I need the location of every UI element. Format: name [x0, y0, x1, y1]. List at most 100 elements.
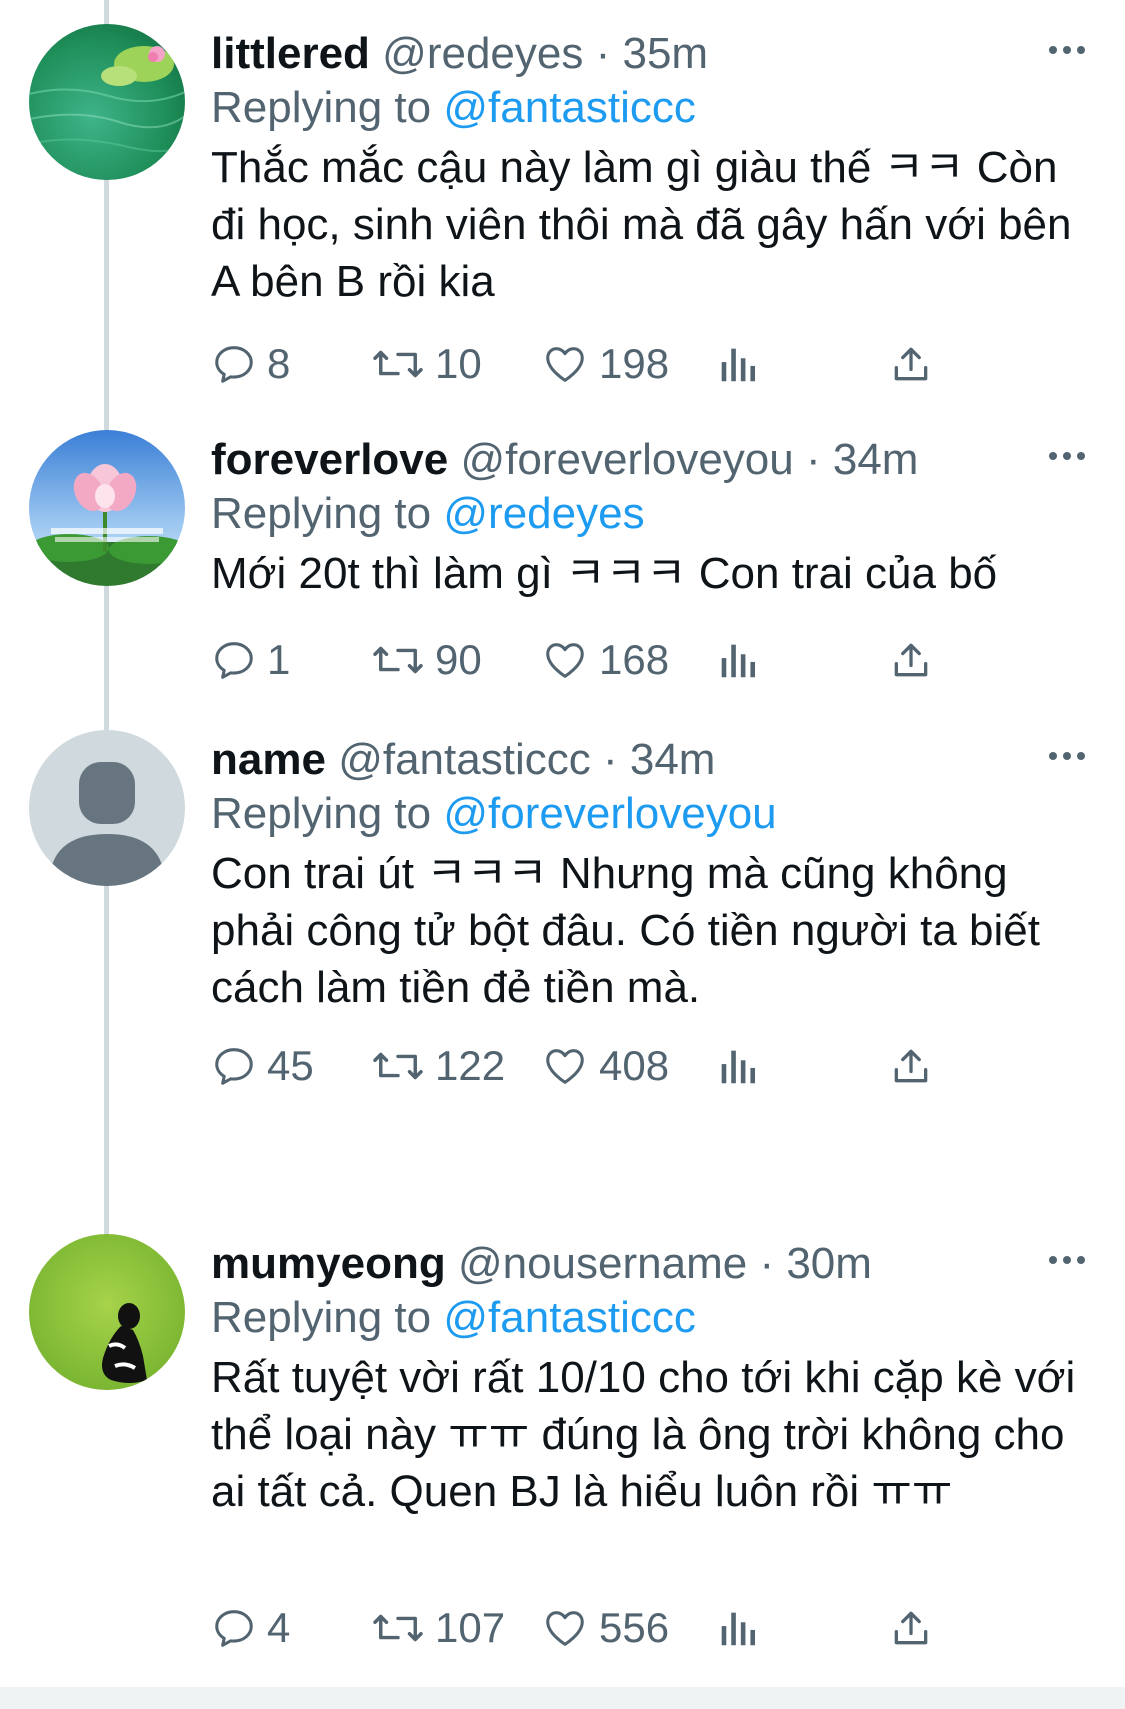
replying-to-mention[interactable]: @fantasticcc [443, 1293, 696, 1342]
analytics-button[interactable] [717, 336, 757, 392]
avatar[interactable] [29, 430, 185, 586]
separator-dot: · [805, 435, 821, 484]
retweet-count: 122 [435, 1042, 506, 1089]
like-count: 408 [599, 1042, 670, 1089]
replying-to-label: Replying to [211, 489, 432, 538]
display-name[interactable]: name [211, 735, 326, 784]
reply-button[interactable]: 8 [211, 336, 290, 392]
like-count: 168 [599, 636, 670, 683]
more-icon[interactable] [1045, 1242, 1089, 1278]
share-icon [894, 1049, 928, 1083]
analytics-icon [721, 1050, 756, 1084]
analytics-button[interactable] [717, 1600, 757, 1656]
tweet-time[interactable]: 30m [786, 1239, 872, 1288]
display-name[interactable]: foreverlove [211, 435, 448, 484]
avatar[interactable] [29, 1234, 185, 1390]
retweet-icon [373, 1614, 423, 1642]
share-icon [894, 643, 928, 677]
tweet[interactable]: mumyeong @nousername · 30m Replying to @… [0, 1234, 1125, 1704]
tweet-text: Rất tuyệt vời rất 10/10 cho tới khi cặp … [211, 1353, 1076, 1516]
display-name[interactable]: littlered [211, 29, 370, 78]
retweet-button[interactable]: 122 [371, 1038, 505, 1094]
replying-to: Replying to @fantasticcc [211, 1292, 696, 1344]
display-name[interactable]: mumyeong [211, 1239, 446, 1288]
tweet-actions: 45 122 408 [211, 1038, 1031, 1094]
tweet[interactable]: littlered @redeyes · 35m Replying to @fa… [0, 24, 1125, 424]
tweet-time[interactable]: 35m [622, 29, 708, 78]
tweet-header: foreverlove @foreverloveyou · 34m [211, 434, 1065, 486]
tweet-time[interactable]: 34m [630, 735, 716, 784]
user-handle[interactable]: @redeyes [382, 29, 583, 78]
share-icon [894, 347, 928, 381]
user-handle[interactable]: @foreverloveyou [460, 435, 793, 484]
replying-to-mention[interactable]: @foreverloveyou [443, 789, 776, 838]
tweet[interactable]: foreverlove @foreverloveyou · 34m Replyi… [0, 430, 1125, 730]
user-handle[interactable]: @fantasticcc [338, 735, 591, 784]
tweet-actions: 8 10 198 [211, 336, 1031, 392]
share-button[interactable] [889, 1038, 933, 1094]
share-button[interactable] [889, 336, 933, 392]
tweet-actions: 1 90 168 [211, 632, 1031, 688]
retweet-count: 107 [435, 1604, 506, 1651]
more-icon[interactable] [1045, 32, 1089, 68]
more-icon[interactable] [1045, 738, 1089, 774]
replying-to-label: Replying to [211, 83, 432, 132]
tweet-header: mumyeong @nousername · 30m [211, 1238, 1065, 1290]
replying-to: Replying to @foreverloveyou [211, 788, 777, 840]
tweet-text: Con trai út ㅋㅋㅋ Nhưng mà cũng không phải… [211, 849, 1040, 1012]
like-button[interactable]: 168 [541, 632, 669, 688]
reply-icon [215, 642, 253, 679]
share-button[interactable] [889, 1600, 933, 1656]
analytics-icon [721, 1612, 756, 1646]
tweet-text: Mới 20t thì làm gì ㅋㅋㅋ Con trai của bố [211, 549, 998, 598]
reply-button[interactable]: 4 [211, 1600, 290, 1656]
tweet-header: littlered @redeyes · 35m [211, 28, 1065, 80]
avatar[interactable] [29, 24, 185, 180]
share-button[interactable] [889, 632, 933, 688]
user-handle[interactable]: @nousername [458, 1239, 747, 1288]
like-count: 556 [599, 1604, 670, 1651]
bottom-divider [0, 1687, 1125, 1709]
tweet-actions: 4 107 556 [211, 1600, 1031, 1656]
like-button[interactable]: 198 [541, 336, 669, 392]
like-icon [546, 1049, 584, 1084]
separator-dot: · [595, 29, 611, 78]
reply-icon [215, 1048, 253, 1085]
retweet-button[interactable]: 10 [371, 336, 482, 392]
reply-icon [215, 346, 253, 383]
like-button[interactable]: 408 [541, 1038, 669, 1094]
analytics-button[interactable] [717, 1038, 757, 1094]
replying-to-label: Replying to [211, 1293, 432, 1342]
retweet-count: 90 [435, 636, 482, 683]
retweet-button[interactable]: 107 [371, 1600, 505, 1656]
avatar[interactable] [29, 730, 185, 886]
like-button[interactable]: 556 [541, 1600, 669, 1656]
tweet-header: name @fantasticcc · 34m [211, 734, 1065, 786]
replying-to: Replying to @redeyes [211, 488, 645, 540]
replying-to-mention[interactable]: @redeyes [443, 489, 644, 538]
share-icon [894, 1611, 928, 1645]
reply-icon [215, 1610, 253, 1647]
separator-dot: · [602, 735, 618, 784]
like-icon [546, 1611, 584, 1646]
retweet-icon [373, 350, 423, 378]
like-icon [546, 643, 584, 678]
tweet[interactable]: name @fantasticcc · 34m Replying to @for… [0, 730, 1125, 1130]
more-icon[interactable] [1045, 438, 1089, 474]
analytics-button[interactable] [717, 632, 757, 688]
analytics-icon [721, 644, 756, 678]
reply-count: 8 [267, 340, 291, 387]
reply-button[interactable]: 1 [211, 632, 290, 688]
replying-to-label: Replying to [211, 789, 432, 838]
analytics-icon [721, 348, 756, 382]
tweet-time[interactable]: 34m [833, 435, 919, 484]
retweet-icon [373, 646, 423, 674]
replying-to-mention[interactable]: @fantasticcc [443, 83, 696, 132]
retweet-button[interactable]: 90 [371, 632, 482, 688]
reply-button[interactable]: 45 [211, 1038, 314, 1094]
reply-count: 4 [267, 1604, 291, 1651]
reply-count: 1 [267, 636, 291, 683]
reply-count: 45 [267, 1042, 314, 1089]
retweet-count: 10 [435, 340, 482, 387]
like-icon [546, 347, 584, 382]
